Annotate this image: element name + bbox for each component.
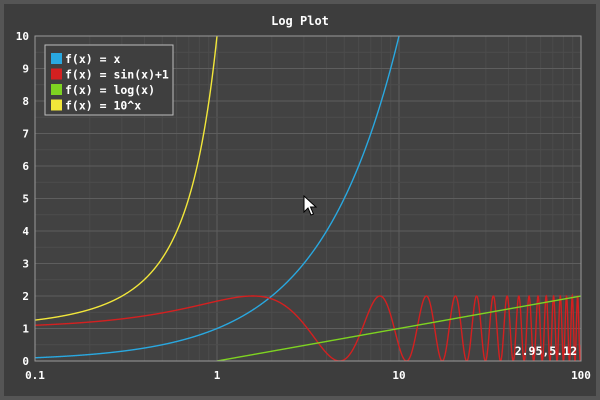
- y-tick-label: 10: [16, 30, 29, 43]
- y-tick-label: 7: [22, 128, 29, 141]
- y-tick-label: 0: [22, 355, 29, 368]
- x-tick-label: 10: [392, 369, 405, 382]
- y-tick-label: 3: [22, 258, 29, 271]
- plot-area[interactable]: 0 1 2 3 4 5 6 7 8 9 10 0.1 1 10 100 f(x) = x f(x) = sin…: [0, 0, 600, 400]
- y-tick-label: 9: [22, 63, 29, 76]
- legend-label: f(x) = sin(x)+1: [65, 68, 169, 82]
- y-tick-label: 4: [22, 225, 29, 238]
- x-tick-label: 1: [214, 369, 221, 382]
- y-tick-label: 6: [22, 160, 29, 173]
- legend-label: f(x) = 10^x: [65, 99, 141, 113]
- x-tick-label: 0.1: [25, 369, 45, 382]
- legend-swatch: [51, 99, 62, 111]
- legend-swatch: [51, 53, 62, 64]
- y-tick-label: 1: [22, 323, 29, 336]
- legend-label: f(x) = x: [65, 52, 120, 66]
- legend-label: f(x) = log(x): [65, 83, 155, 97]
- mouse-coordinate-readout: 2.95,5.12: [515, 344, 577, 358]
- legend-swatch: [51, 68, 62, 80]
- legend: f(x) = x f(x) = sin(x)+1f(x) = log(x) f(x)…: [44, 44, 174, 116]
- x-tick-label: 100: [571, 369, 591, 382]
- y-tick-label: 2: [22, 290, 29, 303]
- y-tick-label: 8: [22, 95, 29, 108]
- y-tick-label: 5: [22, 193, 29, 206]
- legend-swatch: [51, 84, 62, 95]
